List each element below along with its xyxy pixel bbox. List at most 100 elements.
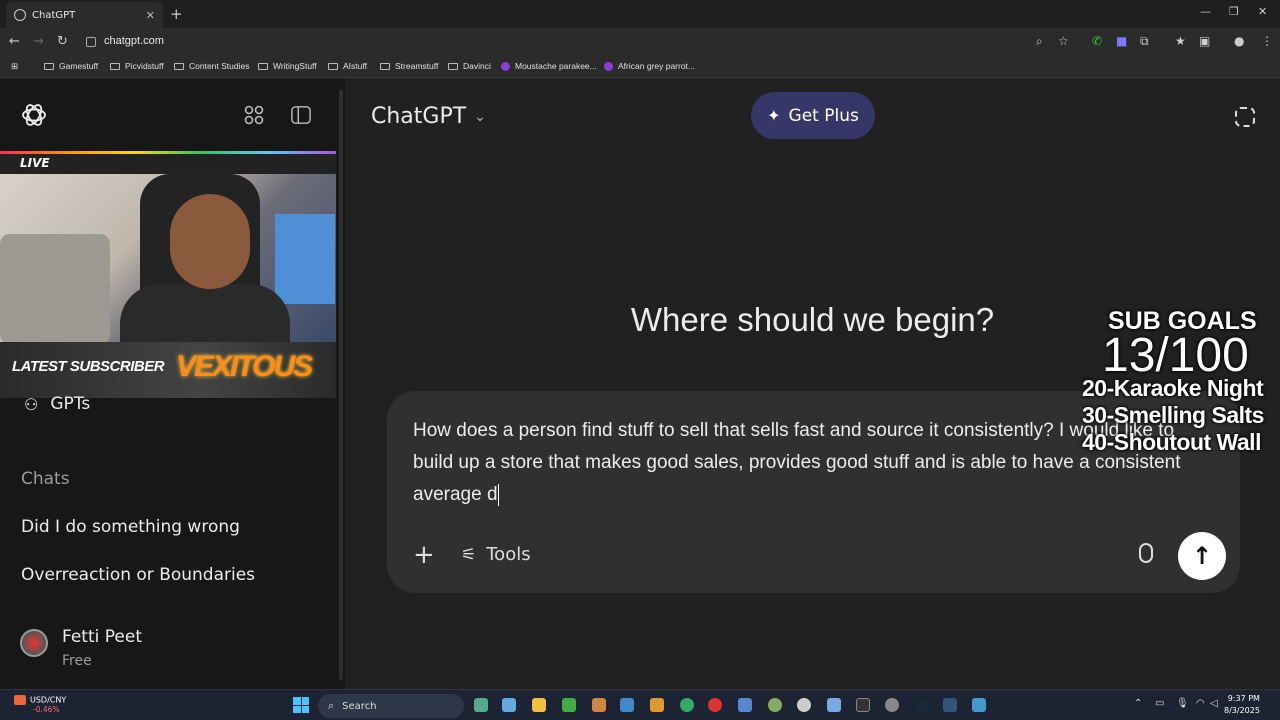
site-favicon-icon <box>501 61 510 71</box>
clock-time: 9:37 PM <box>1227 694 1260 703</box>
folder-icon <box>448 62 458 70</box>
tray-app-icon[interactable]: ▭ <box>1155 698 1164 709</box>
clock-date: 8/3/2025 <box>1224 706 1260 715</box>
bookmark-folder[interactable]: WritingStuff <box>258 61 317 71</box>
bookmark-folder[interactable]: AIstuff <box>328 61 367 71</box>
get-plus-button[interactable]: ✦ Get Plus <box>751 92 875 139</box>
app-icon[interactable] <box>592 698 606 712</box>
latest-subscriber-name: VEXITOUS <box>176 350 313 383</box>
app-icon[interactable] <box>650 698 664 712</box>
apps-grid-icon[interactable]: ⊞ <box>11 61 18 72</box>
tools-button[interactable]: ⚟ Tools <box>461 544 531 565</box>
latest-subscriber-label: LATEST SUBSCRIBER <box>12 358 165 375</box>
system-clock[interactable]: 9:37 PM 8/3/2025 <box>1224 693 1260 717</box>
bookmark-label: Moustache parakee... <box>515 61 597 71</box>
taskview-icon[interactable] <box>474 698 488 712</box>
bookmark-folder[interactable]: Gamestuff <box>44 61 98 71</box>
temporary-chat-icon[interactable] <box>1235 107 1255 127</box>
windows-start-icon[interactable] <box>293 697 309 713</box>
explore-apps-icon[interactable] <box>244 105 264 125</box>
reload-icon[interactable]: ↻ <box>57 34 68 49</box>
app-icon[interactable] <box>738 698 752 712</box>
close-tab-icon[interactable]: ✕ <box>146 9 155 22</box>
live-label: LIVE <box>20 156 50 170</box>
forward-icon[interactable]: → <box>33 34 44 49</box>
extension-badge-icon[interactable]: ■ <box>1116 34 1127 48</box>
folder-icon <box>258 62 268 70</box>
minecraft-icon[interactable] <box>562 698 576 712</box>
bookmarks-bar: ⊞ Gamestuff Picvidstuff Content Studies … <box>0 56 1280 78</box>
widget-label: USD/CNY <box>30 695 67 705</box>
file-explorer-icon[interactable] <box>532 698 546 712</box>
zoom-icon[interactable]: ⌕ <box>1036 34 1043 49</box>
sub-goal-item: 20-Karaoke Night <box>1082 375 1264 401</box>
chat-history-item[interactable]: Overreaction or Boundaries <box>21 565 255 585</box>
bookmark-folder[interactable]: Picvidstuff <box>110 61 164 71</box>
app-icon[interactable] <box>827 698 841 712</box>
bookmark-folder[interactable]: Streamstuff <box>380 61 438 71</box>
app-icon[interactable] <box>943 698 957 712</box>
bookmark-link[interactable]: Moustache parakee... <box>501 61 597 71</box>
bookmark-star-icon[interactable]: ☆ <box>1058 34 1069 48</box>
latest-subscriber-banner: LATEST SUBSCRIBER VEXITOUS <box>0 342 336 398</box>
profile-avatar-icon[interactable]: ● <box>1234 34 1244 48</box>
openai-logo-icon[interactable] <box>20 101 48 129</box>
windows-taskbar: USD/CNY -0.46% ⌕ Search ⌃ ▭ 🎙 ◠ ◁ 9:37 P… <box>0 689 1280 720</box>
extension-phone-icon[interactable]: ✆ <box>1092 34 1102 48</box>
back-icon[interactable]: ← <box>9 34 20 49</box>
site-info-icon[interactable] <box>86 37 96 47</box>
minimize-window-icon[interactable]: — <box>1200 5 1211 18</box>
volume-icon[interactable]: ◁ <box>1210 698 1218 709</box>
folder-icon <box>174 62 184 70</box>
app-icon[interactable] <box>768 698 782 712</box>
folder-icon <box>328 62 338 70</box>
bookmark-label: African grey parrot... <box>618 61 696 71</box>
chatgpt-favicon-icon <box>14 9 26 21</box>
add-attachment-icon[interactable]: + <box>413 540 435 570</box>
bookmark-link[interactable]: African grey parrot... <box>604 61 695 71</box>
obs-icon[interactable] <box>856 698 870 712</box>
browser-tab[interactable]: ChatGPT ✕ <box>6 2 163 28</box>
model-selector[interactable]: ChatGPT ⌄ <box>371 104 486 129</box>
copilot-icon[interactable] <box>502 698 516 712</box>
restore-window-icon[interactable]: ❐ <box>1229 5 1239 18</box>
user-profile[interactable]: Fetti Peet Free <box>20 627 142 669</box>
send-button[interactable]: ↑ <box>1178 532 1226 580</box>
chrome-icon[interactable] <box>680 698 694 712</box>
wifi-icon[interactable]: ◠ <box>1196 698 1205 709</box>
microphone-icon[interactable] <box>1139 543 1153 563</box>
store-icon[interactable] <box>620 698 634 712</box>
sidebar-item-label: GPTs <box>50 394 91 414</box>
sidebar-toggle-icon[interactable]: ▣ <box>1199 34 1210 48</box>
webcam-feed <box>0 174 336 342</box>
gpts-grid-icon: ⚇ <box>24 394 39 414</box>
steam-icon[interactable] <box>914 698 928 712</box>
bookmark-label: Streamstuff <box>395 61 439 71</box>
sub-goal-item: 40-Shoutout Wall <box>1082 429 1261 455</box>
extensions-puzzle-icon[interactable]: ⧉ <box>1140 34 1149 49</box>
favorites-icon[interactable]: ★ <box>1175 34 1186 48</box>
sidebar-scrollbar[interactable] <box>339 90 343 680</box>
close-window-icon[interactable]: ✕ <box>1258 5 1267 18</box>
menu-dots-icon[interactable]: ⋮ <box>1261 34 1273 48</box>
bookmark-folder[interactable]: Davinci <box>448 61 491 71</box>
url-field[interactable]: chatgpt.com <box>104 35 164 47</box>
sidebar-item-gpts[interactable]: ⚇ GPTs <box>24 394 90 414</box>
taskbar-search[interactable]: ⌕ Search <box>318 694 464 718</box>
new-tab-button[interactable]: + <box>170 5 183 23</box>
bookmark-folder[interactable]: Content Studies <box>174 61 249 71</box>
app-icon[interactable] <box>885 698 899 712</box>
currency-widget[interactable]: USD/CNY -0.46% <box>14 695 67 714</box>
chat-history-item[interactable]: Did I do something wrong <box>21 517 240 537</box>
live-banner: LIVE <box>0 154 336 174</box>
close-sidebar-icon[interactable] <box>291 105 311 125</box>
prompt-text: How does a person find stuff to sell tha… <box>413 420 1181 505</box>
tray-overflow-icon[interactable]: ⌃ <box>1134 698 1142 709</box>
search-label: Search <box>342 700 377 712</box>
app-icon[interactable] <box>708 698 722 712</box>
notepad-icon[interactable] <box>972 698 986 712</box>
chatgpt-app-icon[interactable] <box>797 698 811 712</box>
sliders-icon: ⚟ <box>461 544 477 565</box>
tray-mic-icon[interactable]: 🎙 <box>1176 698 1189 709</box>
widget-change: -0.46% <box>33 705 60 714</box>
